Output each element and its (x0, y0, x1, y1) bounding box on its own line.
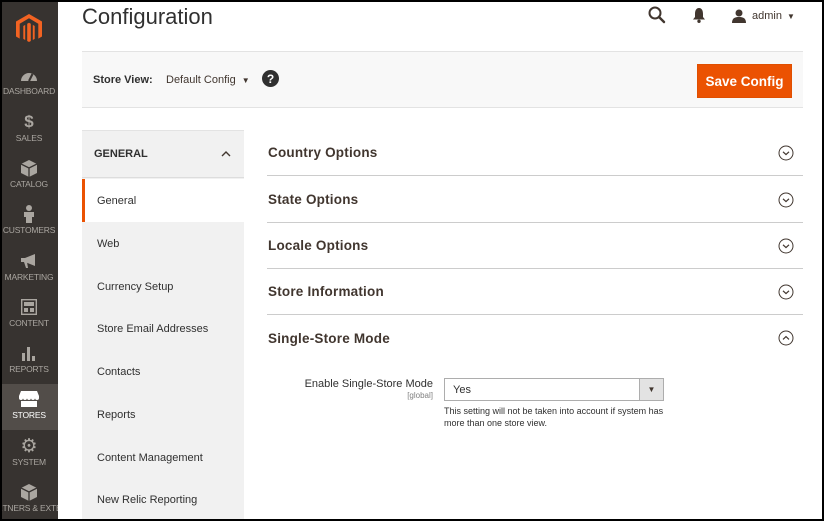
chevron-down-circle-icon (778, 284, 794, 299)
sidebar-item-reports[interactable]: REPORTS (0, 338, 58, 384)
chevron-up-icon (221, 151, 231, 157)
chevron-down-icon: ▼ (639, 379, 663, 400)
single-store-mode-label: Enable Single-Store Mode (304, 378, 433, 390)
sidebar-item-label: SYSTEM (12, 457, 46, 467)
person-icon (23, 205, 35, 223)
tab-title-label: GENERAL (94, 148, 148, 160)
sidebar-item-system[interactable]: ⚙ SYSTEM (0, 431, 58, 477)
gear-icon: ⚙ (20, 435, 38, 457)
section-title: Single-Store Mode (268, 330, 390, 346)
page-title: Configuration (82, 4, 213, 29)
section-title: Store Information (268, 284, 384, 299)
sidebar-item-label: STORES (12, 410, 46, 420)
store-view-bar: Store View: Default Config ▼ ? Save Conf… (82, 51, 803, 108)
sidebar-item-content[interactable]: CONTENT (0, 292, 58, 338)
section-state-options[interactable]: State Options (267, 177, 803, 223)
content-icon (21, 298, 37, 316)
config-nav-item-store-email-addresses[interactable]: Store Email Addresses (82, 307, 244, 350)
single-store-mode-select[interactable]: Yes ▼ (444, 378, 664, 401)
scope-label: [global] (407, 391, 433, 400)
config-nav-item-currency-setup[interactable]: Currency Setup (82, 265, 244, 308)
config-nav-item-web[interactable]: Web (82, 222, 244, 265)
section-country-options[interactable]: Country Options (267, 130, 803, 176)
sidebar-item-label: SALES (15, 133, 43, 143)
sidebar-item-marketing[interactable]: MARKETING (0, 246, 58, 292)
dollar-icon: $ (24, 112, 34, 131)
section-single-store-mode[interactable]: Single-Store Mode (267, 315, 803, 361)
chevron-up-circle-icon (778, 330, 794, 346)
sidebar-item-partners[interactable]: FIND PARTNERS & EXTENSIONS (0, 477, 58, 521)
sidebar-item-label: CATALOG (10, 179, 48, 189)
magento-logo[interactable] (0, 0, 58, 58)
sidebar-item-label: MARKETING (4, 272, 54, 282)
config-nav-item-new-relic-reporting[interactable]: New Relic Reporting (82, 478, 244, 521)
sidebar-item-customers[interactable]: CUSTOMERS (0, 199, 58, 245)
bell-icon[interactable] (692, 8, 706, 24)
section-title: State Options (268, 192, 359, 207)
help-icon[interactable]: ? (262, 70, 279, 87)
store-view-label: Store View: (93, 74, 153, 86)
magento-logo-icon (16, 14, 42, 42)
config-nav-item-general[interactable]: General (82, 179, 244, 222)
partners-icon (21, 483, 37, 501)
chevron-down-icon: ▼ (786, 11, 795, 21)
save-config-button[interactable]: Save Config (697, 64, 792, 98)
cube-icon (21, 159, 37, 177)
store-view-value: Default Config (166, 74, 236, 86)
username: admin (752, 10, 782, 22)
section-title: Locale Options (268, 238, 369, 253)
config-nav-item-contacts[interactable]: Contacts (82, 350, 244, 393)
bar-chart-icon (21, 344, 37, 362)
sidebar-item-label: CUSTOMERS (2, 225, 56, 235)
sidebar-item-stores[interactable]: STORES (0, 384, 58, 430)
select-value: Yes (453, 384, 471, 396)
admin-sidebar: DASHBOARD $ SALES CATALOG CUSTOMERS MARK… (0, 0, 58, 521)
chevron-down-circle-icon (778, 145, 794, 160)
chevron-down-icon: ▼ (241, 75, 250, 85)
store-icon (19, 390, 39, 408)
sidebar-item-label: DASHBOARD (2, 86, 56, 96)
tab-general-title[interactable]: GENERAL (82, 131, 244, 178)
megaphone-icon (20, 252, 38, 270)
config-nav-item-content-management[interactable]: Content Management (82, 436, 244, 479)
config-nav-item-reports[interactable]: Reports (82, 393, 244, 436)
field-note: This setting will not be taken into acco… (444, 406, 664, 428)
chevron-down-circle-icon (778, 192, 794, 207)
section-store-information[interactable]: Store Information (267, 269, 803, 315)
sidebar-item-label: CONTENT (9, 318, 49, 328)
sidebar-item-sales[interactable]: $ SALES (0, 107, 58, 153)
user-icon (732, 9, 746, 23)
section-locale-options[interactable]: Locale Options (267, 223, 803, 269)
sidebar-item-label: FIND PARTNERS & EXTENSIONS (0, 503, 58, 513)
sidebar-item-label: REPORTS (9, 364, 49, 374)
section-title: Country Options (268, 145, 378, 160)
search-icon[interactable] (648, 6, 668, 26)
store-view-switcher[interactable]: Default Config ▼ (166, 74, 250, 86)
dashboard-icon (20, 66, 38, 84)
sidebar-item-dashboard[interactable]: DASHBOARD (0, 60, 58, 106)
sidebar-item-catalog[interactable]: CATALOG (0, 153, 58, 199)
user-menu[interactable]: admin ▼ (732, 6, 795, 26)
config-tabs: GENERAL General Web Currency Setup Store… (82, 130, 244, 521)
chevron-down-circle-icon (778, 238, 794, 253)
